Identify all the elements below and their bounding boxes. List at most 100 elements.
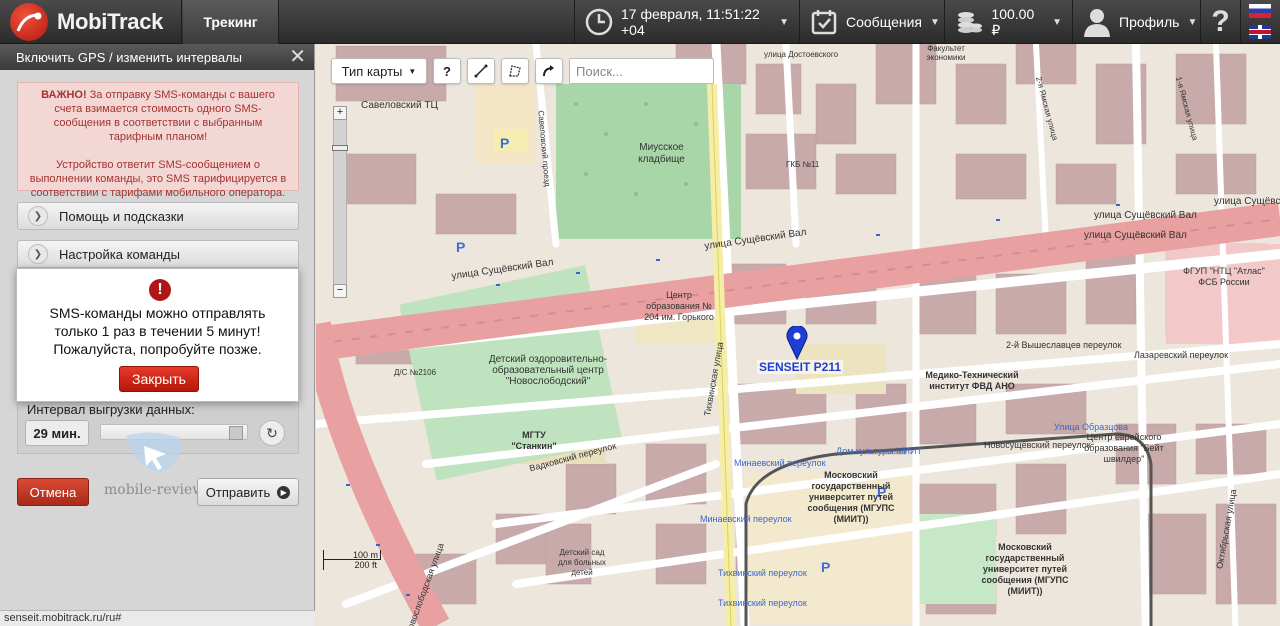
- accordion-help[interactable]: ❯ Помощь и подсказки: [17, 202, 299, 230]
- balance-value: 100.00 ₽: [991, 5, 1035, 38]
- map-label: Центр еврейского образования "Бейт швилд…: [1084, 432, 1164, 464]
- coins-icon: [955, 7, 983, 37]
- map-label: Детский сад для больных детей: [558, 548, 606, 577]
- error-icon: !: [149, 279, 171, 301]
- zoom-out-button[interactable]: −: [333, 284, 347, 298]
- messages-label: Сообщения: [846, 14, 922, 30]
- dialog-line-1: SMS-команды можно отправлять: [49, 305, 266, 321]
- user-icon: [1083, 7, 1111, 37]
- map-type-dropdown[interactable]: Тип карты ▼: [331, 58, 427, 84]
- svg-text:P: P: [500, 135, 509, 151]
- map-help-button[interactable]: ?: [433, 58, 461, 84]
- map-label: Лазаревский переулок: [1134, 350, 1229, 360]
- map-view[interactable]: P PPP Савеловский ТЦ Миусское кладбище у…: [316, 44, 1280, 626]
- map-label: Тихвинский переулок: [718, 598, 807, 608]
- map-label: Факультет экономики: [926, 44, 966, 62]
- redo-arrow-icon[interactable]: [535, 58, 563, 84]
- map-label: МГТУ "Станкин": [511, 430, 557, 451]
- map-label: улица Сущёвский Вал: [1094, 210, 1197, 221]
- slider-handle[interactable]: [229, 426, 243, 440]
- accordion-help-label: Помощь и подсказки: [59, 208, 184, 224]
- app-logo[interactable]: MobiTrack: [0, 0, 182, 44]
- panel-title: Включить GPS / изменить интервалы: [16, 49, 243, 65]
- sms-warning-box: ВАЖНО! За отправку SMS-команды с вашего …: [17, 82, 299, 199]
- flag-ru-icon[interactable]: [1249, 4, 1271, 18]
- map-label: Миусское кладбище: [638, 142, 685, 165]
- top-bar: MobiTrack Трекинг 17 февраля, 11:51:22 +…: [0, 0, 1280, 44]
- chevron-down-icon: ▼: [408, 66, 417, 76]
- language-switcher: [1240, 0, 1280, 44]
- zoom-handle[interactable]: [332, 145, 348, 151]
- svg-text:P: P: [821, 559, 830, 575]
- chevron-down-icon: ▼: [779, 16, 789, 28]
- profile-dropdown[interactable]: Профиль ▼: [1072, 0, 1200, 44]
- map-label: Дом культуры МИИТ: [836, 446, 922, 456]
- map-label: улица Достоевского: [764, 50, 839, 59]
- map-label: Медико-Технический институт ФВД АНО: [925, 370, 1019, 391]
- chevron-down-icon: ▼: [929, 16, 940, 28]
- warning-strong: ВАЖНО!: [41, 89, 87, 101]
- datetime-dropdown[interactable]: 17 февраля, 11:51:22 +04 ▼: [574, 0, 799, 44]
- map-label: Минаевский переулок: [700, 514, 792, 524]
- accordion-settings[interactable]: ❯ Настройка команды: [17, 240, 299, 268]
- chevron-down-icon: ▼: [1052, 16, 1062, 28]
- browser-status-bar: senseit.mobitrack.ru/ru#: [0, 610, 315, 626]
- send-button-label: Отправить: [205, 484, 271, 500]
- interval-value: 29 мин.: [25, 420, 89, 446]
- map-search-input[interactable]: Поиск...: [569, 58, 714, 84]
- map-type-label: Тип карты: [341, 63, 403, 79]
- map-label: улица Сущёвский Вал: [1084, 230, 1187, 241]
- help-button[interactable]: ?: [1200, 0, 1240, 44]
- reset-icon[interactable]: ↻: [259, 420, 285, 446]
- tab-tracking[interactable]: Трекинг: [183, 0, 279, 44]
- map-label: Центр образования № 204 им. Горького: [644, 290, 714, 322]
- chevron-down-icon: ▼: [1187, 16, 1198, 28]
- accordion-settings-label: Настройка команды: [59, 246, 180, 262]
- map-label: ГКБ №11: [786, 160, 820, 169]
- map-label: Улица Образцова: [1054, 422, 1128, 432]
- warning-text-1: За отправку SMS-команды с вашего счета в…: [53, 89, 275, 143]
- dialog-line-2: только 1 раз в течении 5 минут!: [54, 323, 261, 339]
- flag-uk-icon[interactable]: [1249, 25, 1271, 39]
- zoom-in-button[interactable]: +: [333, 106, 347, 120]
- scale-imperial: 200 ft: [323, 560, 377, 570]
- map-label: Минаевский переулок: [734, 458, 826, 468]
- sms-limit-dialog: ! SMS-команды можно отправлять только 1 …: [16, 268, 299, 402]
- send-button[interactable]: Отправить ▶: [197, 478, 299, 506]
- map-label: Новосущёвский переулок: [984, 440, 1091, 450]
- chevron-right-icon: ❯: [28, 206, 48, 226]
- watermark-logo-icon: [126, 432, 182, 472]
- scale-metric: 100 m: [323, 550, 381, 560]
- map-label: ФГУП "НТЦ "Атлас" ФСБ России: [1183, 266, 1265, 287]
- clock-icon: [585, 7, 613, 37]
- device-marker-icon[interactable]: [786, 326, 808, 360]
- arrow-right-icon: ▶: [277, 485, 291, 499]
- map-label: 2-й Вышеславцев переулок: [1006, 340, 1122, 350]
- mobitrack-logo-icon: [10, 3, 48, 41]
- map-scale: 100 m 200 ft: [323, 550, 381, 570]
- warning-paragraph-2: Устройство ответит SMS-сообщением о выпо…: [29, 159, 287, 199]
- map-label: улица Сущёвский Вал: [1214, 196, 1280, 207]
- map-label: Московский государственный университет п…: [981, 542, 1069, 596]
- warning-paragraph-1: ВАЖНО! За отправку SMS-команды с вашего …: [28, 88, 288, 144]
- device-label[interactable]: SENSEIT P211: [757, 360, 844, 374]
- map-toolbar: Тип карты ▼ ? Поиск...: [331, 58, 714, 84]
- app-name: MobiTrack: [57, 9, 164, 34]
- map-label: Детский оздоровительно-образовательный ц…: [488, 354, 608, 387]
- measure-area-icon[interactable]: [501, 58, 529, 84]
- cancel-button[interactable]: Отмена: [17, 478, 89, 506]
- close-icon[interactable]: ✕: [289, 47, 306, 67]
- profile-label: Профиль: [1119, 14, 1180, 30]
- map-label: Тихвинский переулок: [718, 568, 807, 578]
- datetime-text: 17 февраля, 11:51:22 +04: [621, 6, 760, 38]
- balance-dropdown[interactable]: 100.00 ₽ ▼: [944, 0, 1072, 44]
- zoom-slider[interactable]: + −: [332, 106, 348, 298]
- dialog-line-3: Пожалуйста, попробуйте позже.: [53, 341, 262, 357]
- messages-dropdown[interactable]: Сообщения ▼: [799, 0, 944, 44]
- svg-text:P: P: [456, 239, 465, 255]
- close-dialog-button[interactable]: Закрыть: [119, 366, 199, 392]
- interval-label: Интервал выгрузки данных:: [27, 402, 195, 417]
- measure-distance-icon[interactable]: [467, 58, 495, 84]
- map-label: Д/С №2106: [394, 368, 437, 377]
- panel-header: Включить GPS / изменить интервалы ✕: [0, 44, 314, 70]
